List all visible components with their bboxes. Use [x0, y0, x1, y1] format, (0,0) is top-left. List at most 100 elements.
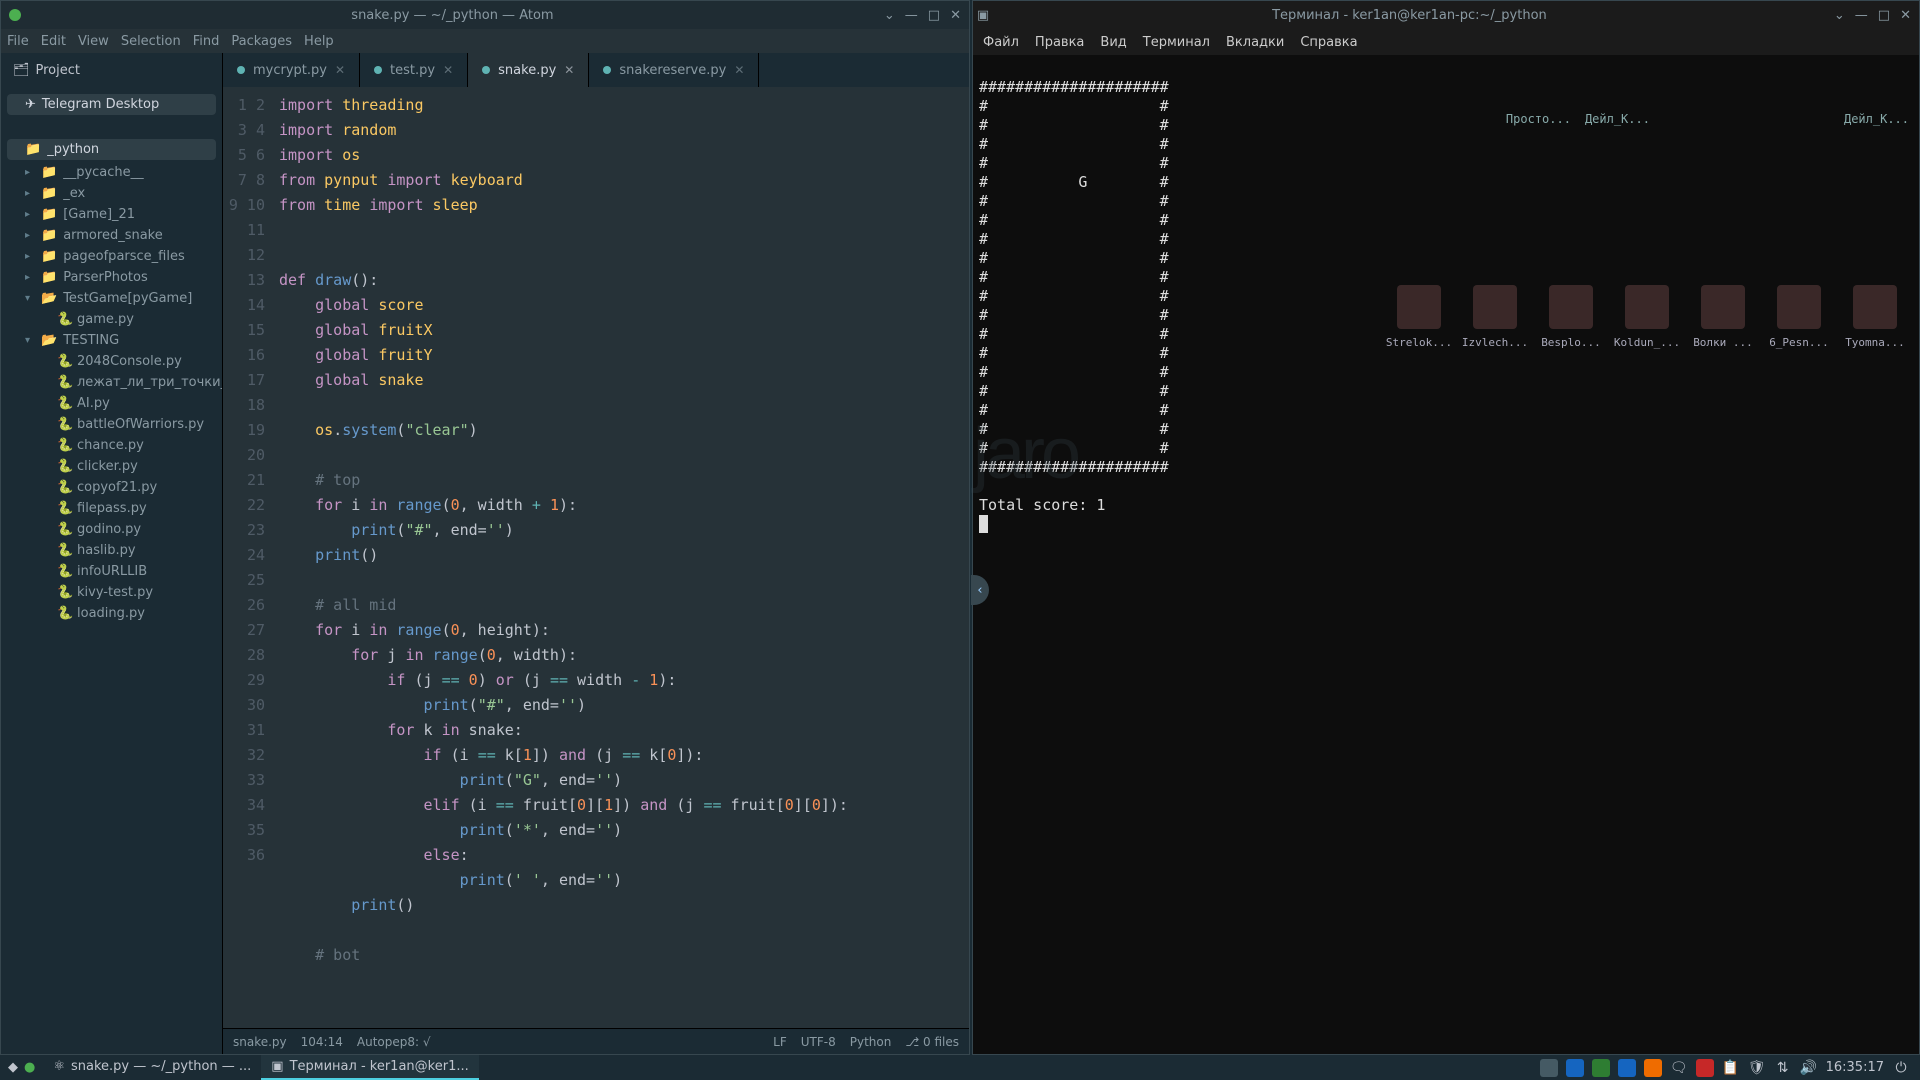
taskbar-item-terminal[interactable]: ▣ Терминал - ker1an@ker1... — [261, 1055, 478, 1080]
tree-root-telegram[interactable]: ✈ Telegram Desktop — [7, 94, 216, 115]
menu-view[interactable]: View — [78, 34, 109, 49]
tray-app-icon[interactable] — [1696, 1059, 1714, 1077]
tray-app-icon[interactable] — [1644, 1059, 1662, 1077]
desktop-file-icon: 6_Pesn... — [1769, 285, 1829, 352]
chevron-down-icon[interactable]: ⌄ — [884, 8, 895, 23]
tree-file[interactable]: 🐍 infoURLLIB — [17, 561, 222, 582]
folder-icon: 📁 — [41, 270, 57, 285]
editor-tabs: mycrypt.py ✕ test.py ✕ snake.py ✕ snaker… — [223, 53, 969, 87]
tray-app-icon[interactable] — [1618, 1059, 1636, 1077]
editor-tab[interactable]: snake.py ✕ — [468, 53, 589, 87]
status-language[interactable]: Python — [850, 1035, 892, 1049]
python-file-icon: 🐍 — [57, 522, 71, 537]
editor-tab[interactable]: snakereserve.py ✕ — [589, 53, 759, 87]
code-editor[interactable]: 1 2 3 4 5 6 7 8 9 10 11 12 13 14 15 16 1… — [223, 87, 969, 1028]
editor-tab[interactable]: mycrypt.py ✕ — [223, 53, 360, 87]
menu-edit[interactable]: Edit — [41, 34, 66, 49]
tree-file[interactable]: 🐍 game.py — [17, 309, 222, 330]
status-encoding[interactable]: UTF-8 — [801, 1035, 836, 1049]
tree-file[interactable]: 🐍 copyof21.py — [17, 477, 222, 498]
term-menu-terminal[interactable]: Терминал — [1143, 35, 1210, 50]
tree-file[interactable]: 🐍 лежат_ли_три_точки_ — [17, 372, 222, 393]
tray-clock[interactable]: 16:35:17 — [1826, 1060, 1884, 1075]
term-menu-edit[interactable]: Правка — [1035, 35, 1084, 50]
close-icon[interactable]: ✕ — [1900, 8, 1911, 23]
python-file-icon: 🐍 — [57, 417, 71, 432]
terminal-output[interactable]: ##################### # # # # # # # # # … — [973, 55, 1919, 1054]
panel-collapse-handle[interactable]: ‹ — [971, 575, 989, 605]
maximize-icon[interactable]: □ — [928, 8, 940, 23]
bookmark-item[interactable]: Дейл_К... — [1585, 110, 1650, 129]
tray-clipboard-icon[interactable]: 📋 — [1722, 1059, 1740, 1077]
term-menu-tabs[interactable]: Вкладки — [1226, 35, 1284, 50]
terminal-window: ▣ Терминал - ker1an@ker1an-pc:~/_python … — [972, 0, 1920, 1055]
project-tree[interactable]: 🗂 Project ✈ Telegram Desktop 📁 _python ▸… — [1, 53, 223, 1054]
chevron-down-icon: ▾ — [25, 335, 35, 346]
tray-power-icon[interactable]: ⏻ — [1892, 1059, 1910, 1077]
tree-file[interactable]: 🐍 chance.py — [17, 435, 222, 456]
bookmark-item[interactable]: Дейл_К... — [1844, 110, 1909, 129]
tree-file[interactable]: 🐍 godino.py — [17, 519, 222, 540]
menu-selection[interactable]: Selection — [121, 34, 181, 49]
bookmark-item[interactable]: Просто... — [1506, 110, 1571, 129]
close-tab-icon[interactable]: ✕ — [564, 63, 574, 77]
chevron-down-icon[interactable]: ⌄ — [1834, 8, 1845, 23]
close-tab-icon[interactable]: ✕ — [443, 63, 453, 77]
maximize-icon[interactable]: □ — [1878, 8, 1890, 23]
taskbar-item-atom[interactable]: ⚛ snake.py — ~/_python — ... — [43, 1055, 261, 1080]
tree-folder[interactable]: ▸ 📁 _ex — [1, 183, 222, 204]
menu-help[interactable]: Help — [304, 34, 334, 49]
tree-folder-open[interactable]: ▾ 📂 TestGame[pyGame] — [1, 288, 222, 309]
menu-file[interactable]: File — [7, 34, 29, 49]
tree-root-python[interactable]: 📁 _python — [7, 139, 216, 160]
tree-folder[interactable]: ▸ 📁 __pycache__ — [1, 162, 222, 183]
tree-file[interactable]: 🐍 filepass.py — [17, 498, 222, 519]
status-lf[interactable]: LF — [773, 1035, 787, 1049]
minimize-icon[interactable]: — — [905, 8, 918, 23]
tree-folder-testing[interactable]: ▾ 📂 TESTING — [1, 330, 222, 351]
status-cursor[interactable]: 104:14 — [301, 1035, 343, 1049]
term-menu-view[interactable]: Вид — [1100, 35, 1126, 50]
close-tab-icon[interactable]: ✕ — [335, 63, 345, 77]
folder-icon: 📁 — [25, 142, 41, 157]
tray-app-icon[interactable] — [1592, 1059, 1610, 1077]
tree-file[interactable]: 🐍 AI.py — [17, 393, 222, 414]
close-tab-icon[interactable]: ✕ — [734, 63, 744, 77]
desktop-file-icon: Besplo... — [1541, 285, 1601, 352]
tray-chrome-icon[interactable] — [1566, 1059, 1584, 1077]
python-file-icon: 🐍 — [57, 312, 71, 327]
status-autopep[interactable]: Autopep8: √ — [357, 1035, 431, 1049]
tree-folder[interactable]: ▸ 📁 pageofparsce_files — [1, 246, 222, 267]
term-menu-file[interactable]: Файл — [983, 35, 1019, 50]
tray-discord-icon[interactable]: 🗨 — [1670, 1059, 1688, 1077]
modified-dot-icon — [374, 66, 382, 74]
term-menu-help[interactable]: Справка — [1300, 35, 1357, 50]
status-file[interactable]: snake.py — [233, 1035, 287, 1049]
taskbar-start[interactable]: ◆ ● — [0, 1060, 43, 1075]
system-tray: 🗨 📋 🛡 ⇅ 🔊 16:35:17 ⏻ — [1530, 1059, 1920, 1077]
chevron-down-icon: ▾ — [25, 293, 35, 304]
menu-find[interactable]: Find — [193, 34, 220, 49]
tree-folder[interactable]: ▸ 📁 [Game]_21 — [1, 204, 222, 225]
tree-file[interactable]: 🐍 loading.py — [17, 603, 222, 624]
code-content[interactable]: import threading import random import os… — [279, 87, 969, 1028]
status-git[interactable]: ⎇ 0 files — [905, 1035, 959, 1049]
menu-packages[interactable]: Packages — [231, 34, 292, 49]
close-icon[interactable]: ✕ — [950, 8, 961, 23]
tree-file[interactable]: 🐍 clicker.py — [17, 456, 222, 477]
minimize-icon[interactable]: — — [1855, 8, 1868, 23]
tray-app-icon[interactable] — [1540, 1059, 1558, 1077]
editor-tab[interactable]: test.py ✕ — [360, 53, 468, 87]
tree-folder[interactable]: ▸ 📁 armored_snake — [1, 225, 222, 246]
python-file-icon: 🐍 — [57, 396, 71, 411]
tree-folder[interactable]: ▸ 📁 ParserPhotos — [1, 267, 222, 288]
tray-network-icon[interactable]: ⇅ — [1774, 1059, 1792, 1077]
tray-volume-icon[interactable]: 🔊 — [1800, 1059, 1818, 1077]
tree-file[interactable]: 🐍 haslib.py — [17, 540, 222, 561]
tray-shield-icon[interactable]: 🛡 — [1748, 1059, 1766, 1077]
window-menu-icon[interactable] — [9, 9, 21, 21]
tree-file[interactable]: 🐍 battleOfWarriors.py — [17, 414, 222, 435]
desktop-file-icon: Tyomna... — [1845, 285, 1905, 352]
tree-file[interactable]: 🐍 kivy-test.py — [17, 582, 222, 603]
tree-file[interactable]: 🐍 2048Console.py — [17, 351, 222, 372]
